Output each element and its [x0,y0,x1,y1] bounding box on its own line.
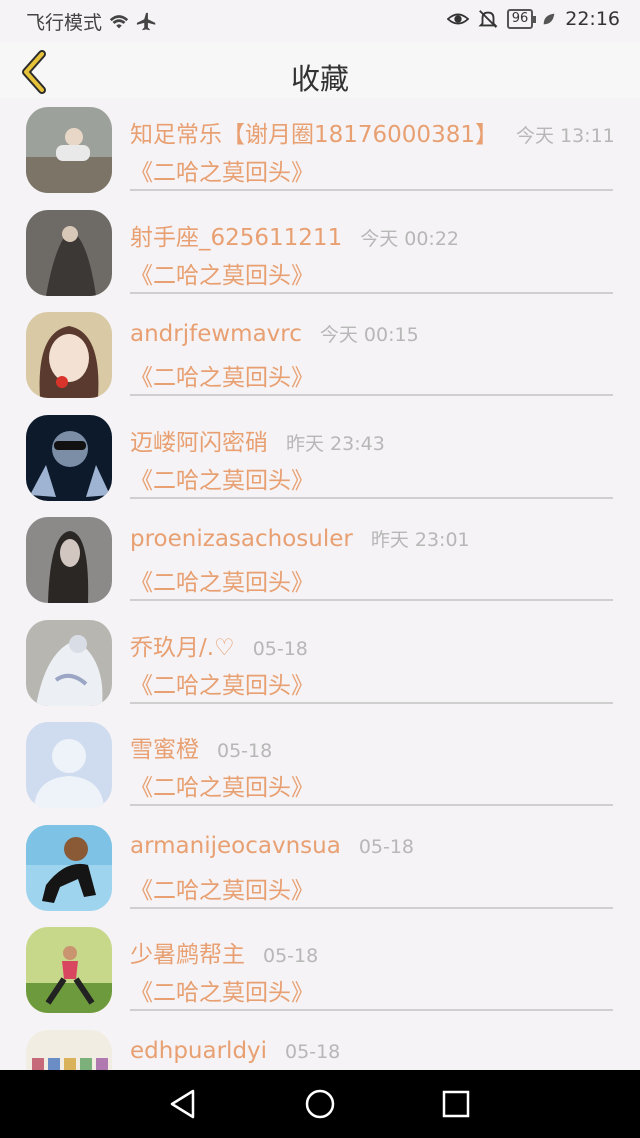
wifi-icon [109,14,129,28]
user-name: armanijeocavnsua [130,832,341,859]
user-name: edhpuarldyi [130,1037,268,1064]
user-name: 乔玖月/.♡ [130,634,235,661]
avatar[interactable] [26,107,112,193]
divider [130,189,613,191]
user-name: 知足常乐【谢月圈18176000381】 [130,122,498,148]
novel-title[interactable]: 《二哈之莫回头》 [130,461,314,495]
user-name: 雪蜜橙 [130,737,199,763]
user-name: andrjfewmavrc [130,321,302,347]
list-item[interactable]: armanijeocavnsua 05-18 《二哈之莫回头》 [0,816,640,919]
novel-title[interactable]: 《二哈之莫回头》 [130,973,314,1007]
avatar[interactable] [26,312,112,398]
divider [130,701,613,704]
list-item[interactable]: 雪蜜橙 05-18 《二哈之莫回头》 [0,713,640,816]
status-bar: 飞行模式 96 22:16 [0,0,640,42]
favorite-time: 05-18 [217,740,273,762]
divider [130,496,613,499]
avatar[interactable] [26,414,112,501]
status-left: 飞行模式 [26,8,158,35]
divider [130,906,613,909]
favorite-time: 05-18 [263,945,319,967]
user-name: 射手座_625611211 [130,224,343,251]
list-item[interactable]: andrjfewmavrc 今天 00:15 《二哈之莫回头》 [0,303,640,406]
leaf-icon [543,13,555,25]
list-item[interactable]: 知足常乐【谢月圈18176000381】 今天 13:11 《二哈之莫回头》 [0,98,640,201]
avatar[interactable] [26,824,112,911]
favorite-time: 今天 13:11 [515,125,615,147]
favorite-time: 05-18 [358,835,415,858]
divider [130,291,613,294]
novel-title[interactable]: 《二哈之莫回头》 [130,358,314,392]
avatar[interactable] [26,1029,112,1070]
novel-title[interactable]: 《二哈之莫回头》 [130,563,314,597]
avatar[interactable] [26,517,112,603]
list-item[interactable]: 乔玖月/.♡ 05-18 《二哈之莫回头》 [0,611,640,714]
avatar[interactable] [26,927,112,1013]
list-item[interactable]: 少暑鹧帮主 05-18 《二哈之莫回头》 [0,918,640,1021]
recents-square-icon[interactable] [438,1086,474,1122]
back-triangle-icon[interactable] [165,1086,201,1122]
list-item[interactable]: proenizasachosuler 昨天 23:01 《二哈之莫回头》 [0,508,640,611]
favorite-time: 今天 00:22 [360,227,459,250]
user-name: 迈嵝阿闪密硝 [130,429,268,456]
nav-bar: 收藏 [0,42,640,98]
divider [130,394,613,396]
battery-indicator: 96 [506,9,536,29]
novel-title[interactable]: 《二哈之莫回头》 [130,871,314,905]
favorite-time: 05-18 [252,637,308,660]
page-title: 收藏 [290,62,349,96]
divider [130,1009,613,1011]
airplane-icon [136,12,156,30]
novel-title[interactable]: 《二哈之莫回头》 [130,153,314,187]
airplane-mode-label: 飞行模式 [26,12,103,34]
favorite-time: 昨天 23:43 [286,432,385,455]
avatar[interactable] [26,209,112,296]
favorites-list[interactable]: 知足常乐【谢月圈18176000381】 今天 13:11 《二哈之莫回头》 射手… [0,98,640,1070]
status-right: 96 22:16 [446,8,620,30]
system-nav-bar [0,1070,640,1138]
user-name: proenizasachosuler [130,526,353,552]
divider [130,804,613,806]
favorite-time: 今天 00:15 [319,324,419,346]
eye-icon [446,13,469,25]
avatar[interactable] [26,722,112,808]
user-name: 少暑鹧帮主 [130,942,245,968]
divider [130,599,613,601]
novel-title[interactable]: 《二哈之莫回头》 [130,256,314,290]
list-item[interactable]: 迈嵝阿闪密硝 昨天 23:43 《二哈之莫回头》 [0,406,640,509]
favorite-time: 05-18 [285,1040,341,1063]
home-circle-icon[interactable] [302,1086,338,1122]
novel-title[interactable]: 《二哈之莫回头》 [130,768,314,802]
novel-title[interactable]: 《二哈之莫回头》 [130,666,314,700]
favorite-time: 昨天 23:01 [370,529,470,551]
mute-bell-icon [478,10,498,28]
clock: 22:16 [565,8,620,30]
list-item[interactable]: 射手座_625611211 今天 00:22 《二哈之莫回头》 [0,201,640,304]
avatar[interactable] [26,619,112,706]
list-item[interactable]: edhpuarldyi 05-18 [0,1021,640,1070]
